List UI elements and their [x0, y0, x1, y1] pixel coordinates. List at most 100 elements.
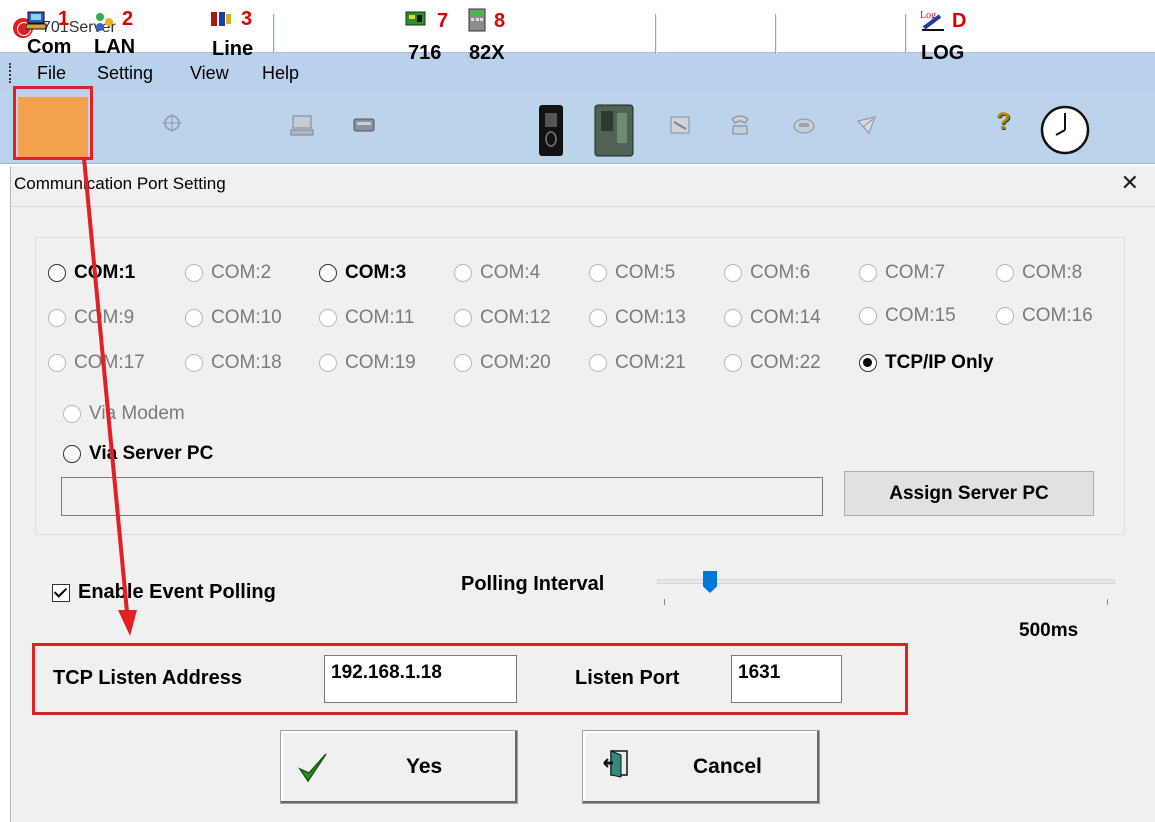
card-icon[interactable]: [792, 113, 818, 139]
reader-icon[interactable]: [352, 113, 378, 139]
radio-com10[interactable]: COM:10: [185, 305, 282, 331]
radio-com19[interactable]: COM:19: [319, 350, 416, 376]
divider: [11, 206, 1155, 207]
radio-via-server-pc[interactable]: Via Server PC: [63, 441, 213, 467]
assign-server-pc-button[interactable]: Assign Server PC: [844, 471, 1094, 516]
log-icon: Log: [920, 10, 944, 31]
radio-icon: [454, 309, 472, 327]
title-bar: 701Server: [0, 12, 1155, 50]
radio-icon: [454, 264, 472, 282]
toolbar-lan-button[interactable]: 2 LAN: [94, 6, 144, 64]
terminal-icon[interactable]: [290, 113, 316, 139]
radio-com18[interactable]: COM:18: [185, 350, 282, 376]
checkbox-checked-icon: [52, 583, 70, 602]
radio-com7[interactable]: COM:7: [859, 260, 945, 286]
radio-icon: [859, 264, 877, 282]
dialog-title: Communication Port Setting: [14, 174, 226, 193]
cancel-button[interactable]: Cancel: [582, 730, 820, 804]
radio-com21[interactable]: COM:21: [589, 350, 686, 376]
toolbar-separator: [905, 14, 907, 54]
com-highlight-box: [13, 86, 93, 160]
radio-com15[interactable]: COM:15: [859, 303, 956, 329]
toolbar-716-button[interactable]: 7 716: [405, 6, 455, 64]
exit-door-icon: [603, 750, 628, 778]
radio-com20[interactable]: COM:20: [454, 350, 551, 376]
radio-via-modem[interactable]: Via Modem: [63, 401, 185, 427]
radio-com9[interactable]: COM:9: [48, 305, 134, 331]
wireless-icon[interactable]: [855, 113, 881, 139]
fingerprint-reader-icon[interactable]: [533, 103, 569, 158]
line-icon: [211, 12, 231, 26]
menu-file[interactable]: File: [37, 63, 66, 84]
radio-icon: [63, 445, 81, 463]
radio-com11[interactable]: COM:11: [319, 305, 414, 331]
slider-tick: [664, 599, 665, 605]
radio-icon: [48, 264, 66, 282]
toolbar-separator: [273, 14, 275, 54]
radio-icon: [319, 264, 337, 282]
polling-interval-label: Polling Interval: [461, 573, 605, 595]
radio-icon: [48, 354, 66, 372]
polling-slider-thumb[interactable]: [703, 571, 717, 593]
radio-icon: [996, 264, 1014, 282]
radio-com12[interactable]: COM:12: [454, 305, 551, 331]
access-terminal-icon[interactable]: [592, 103, 636, 158]
toolbar-line-button[interactable]: 3 Line: [208, 6, 263, 64]
menu-view[interactable]: View: [190, 63, 229, 84]
radio-com13[interactable]: COM:13: [589, 305, 686, 331]
radio-icon: [589, 264, 607, 282]
radio-com16[interactable]: COM:16: [996, 303, 1093, 329]
close-icon[interactable]: ✕: [1121, 170, 1139, 196]
download-icon[interactable]: [668, 113, 694, 139]
checkmark-icon: [297, 753, 327, 783]
radio-icon: [589, 354, 607, 372]
radio-com6[interactable]: COM:6: [724, 260, 810, 286]
tcp-settings-highlight-box: [32, 643, 908, 715]
radio-com22[interactable]: COM:22: [724, 350, 821, 376]
radio-icon: [185, 309, 203, 327]
radio-icon: [319, 354, 337, 372]
menu-setting[interactable]: Setting: [97, 63, 153, 84]
radio-icon: [454, 354, 472, 372]
radio-icon: [724, 309, 742, 327]
com-port-icon: [26, 11, 47, 30]
slider-tick: [1107, 599, 1108, 605]
yes-button[interactable]: Yes: [280, 730, 518, 804]
polling-interval-value: 500ms: [1019, 620, 1079, 641]
clock-icon[interactable]: [1039, 104, 1091, 156]
enable-event-polling-checkbox[interactable]: Enable Event Polling: [52, 581, 276, 604]
radio-selected-icon: [859, 354, 877, 372]
toolbar-com-button[interactable]: 1 Com: [18, 6, 88, 64]
toolbar-log-button[interactable]: Log D LOG: [918, 6, 973, 64]
com-port-dialog: Communication Port Setting ✕ COM:1 COM:2…: [10, 166, 1155, 822]
radio-com1[interactable]: COM:1: [48, 260, 135, 286]
radio-icon: [724, 264, 742, 282]
radio-tcpip-only[interactable]: TCP/IP Only: [859, 350, 993, 376]
radio-icon: [859, 307, 877, 325]
radio-com5[interactable]: COM:5: [589, 260, 675, 286]
toolbar-separator: [655, 14, 657, 54]
radio-com2[interactable]: COM:2: [185, 260, 271, 286]
radio-icon: [724, 354, 742, 372]
help-icon[interactable]: ?: [996, 108, 1011, 136]
radio-icon: [996, 307, 1014, 325]
polling-slider-track[interactable]: [657, 579, 1115, 584]
radio-com4[interactable]: COM:4: [454, 260, 540, 286]
phone-icon[interactable]: [728, 113, 754, 139]
menu-help[interactable]: Help: [262, 63, 299, 84]
radio-com17[interactable]: COM:17: [48, 350, 145, 376]
network-icon[interactable]: [160, 112, 184, 134]
radio-com3[interactable]: COM:3: [319, 260, 406, 286]
menu-bar: File Setting View Help: [0, 52, 1155, 92]
radio-com8[interactable]: COM:8: [996, 260, 1082, 286]
radio-icon: [589, 309, 607, 327]
radio-icon: [185, 354, 203, 372]
controller-82x-icon: [468, 8, 486, 32]
toolbar-separator: [775, 14, 777, 54]
radio-com14[interactable]: COM:14: [724, 305, 821, 331]
controller-716-icon: [405, 11, 426, 26]
server-pc-field[interactable]: [61, 477, 823, 516]
toolbar-82x-button[interactable]: 8 82X: [464, 6, 516, 64]
radio-icon: [63, 405, 81, 423]
radio-icon: [185, 264, 203, 282]
